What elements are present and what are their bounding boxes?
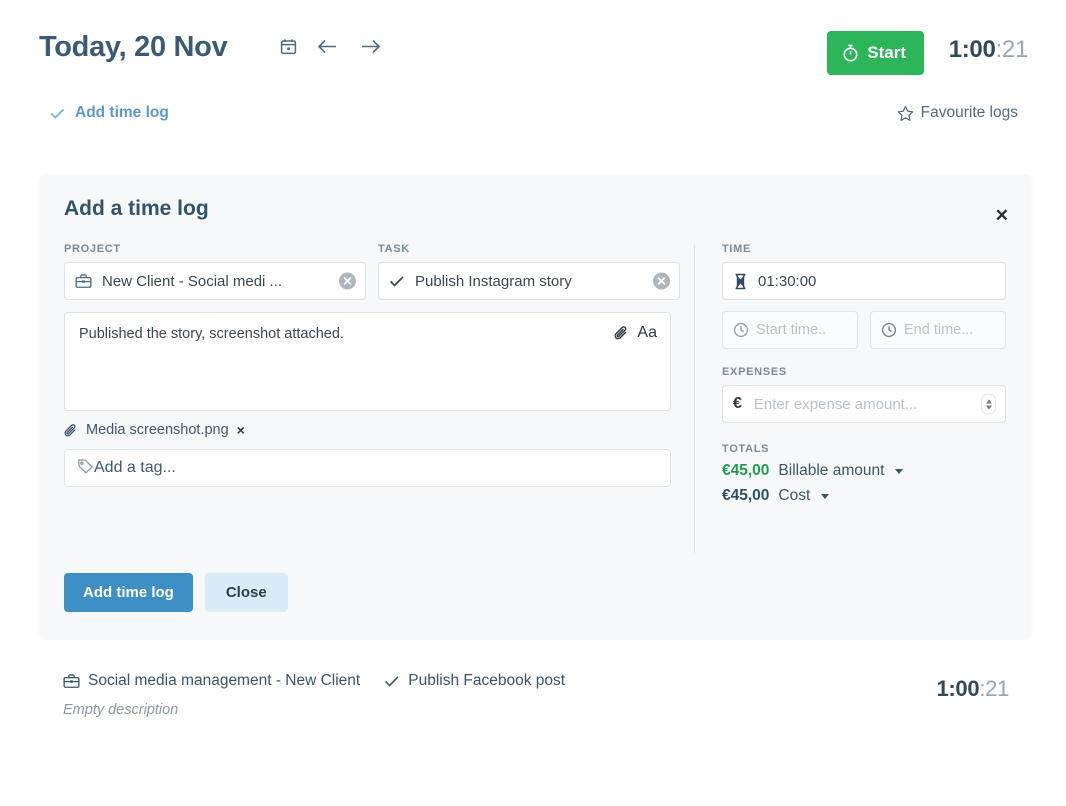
date-navigation — [280, 38, 381, 55]
number-stepper-icon[interactable] — [981, 394, 996, 415]
modal-title: Add a time log — [64, 197, 209, 221]
check-icon — [50, 107, 65, 120]
briefcase-icon — [63, 673, 80, 689]
entry-timer-main: 1:00 — [936, 676, 979, 701]
total-row-billable: €45,00 Billable amount — [722, 462, 1006, 480]
end-time-input[interactable]: End time... — [870, 311, 1006, 349]
cost-label: Cost — [778, 487, 810, 505]
entry-timer: 1:00:21 — [936, 676, 1009, 702]
start-time-placeholder: Start time.. — [756, 322, 826, 338]
check-icon — [384, 675, 400, 688]
cost-value: €45,00 — [722, 487, 769, 505]
chevron-down-icon[interactable] — [895, 469, 903, 474]
description-value: Published the story, screenshot attached… — [79, 326, 656, 342]
stopwatch-icon — [842, 44, 859, 62]
close-button[interactable]: Close — [205, 573, 288, 612]
entry-description: Empty description — [63, 702, 178, 718]
expense-placeholder: Enter expense amount... — [754, 396, 917, 413]
attachment-name[interactable]: Media screenshot.png — [86, 422, 229, 438]
header-timer-main: 1:00 — [949, 36, 996, 63]
add-time-log-link[interactable]: Add time log — [50, 104, 169, 122]
expense-input[interactable]: € Enter expense amount... — [722, 385, 1006, 423]
billable-amount-label: Billable amount — [778, 462, 884, 480]
favourite-logs-label: Favourite logs — [921, 104, 1018, 122]
project-label: PROJECT — [64, 243, 366, 255]
clock-icon — [881, 322, 897, 338]
task-input[interactable]: Publish Instagram story — [378, 262, 680, 300]
start-button-label: Start — [867, 43, 906, 63]
column-divider — [694, 245, 695, 553]
add-time-log-button[interactable]: Add time log — [64, 573, 193, 612]
briefcase-icon — [75, 273, 92, 289]
duration-input[interactable]: 01:30:00 — [722, 262, 1006, 300]
start-end-time-row: Start time.. End time... — [722, 311, 1006, 349]
modal-actions: Add time log Close — [64, 573, 288, 612]
task-label: TASK — [378, 243, 680, 255]
text-format-label[interactable]: Aa — [637, 324, 657, 342]
description-tools: Aa — [614, 324, 657, 342]
add-time-log-modal: Add a time log ✕ PROJECT — [40, 175, 1031, 638]
task-value: Publish Instagram story — [415, 273, 572, 290]
tag-input[interactable]: Add a tag... — [64, 449, 671, 487]
total-row-cost: €45,00 Cost — [722, 487, 1006, 505]
start-timer-button[interactable]: Start — [827, 31, 924, 75]
description-textarea[interactable]: Published the story, screenshot attached… — [64, 312, 671, 411]
time-label: TIME — [722, 243, 1006, 255]
entry-timer-seconds: :21 — [979, 676, 1009, 701]
entry-task-name[interactable]: Publish Facebook post — [408, 672, 565, 690]
billable-amount-value: €45,00 — [722, 462, 769, 480]
start-time-input[interactable]: Start time.. — [722, 311, 858, 349]
close-icon[interactable]: ✕ — [995, 207, 1009, 224]
sub-toolbar: Add time log Favourite logs — [0, 104, 1066, 152]
tag-placeholder: Add a tag... — [94, 459, 176, 477]
time-tracking-page: Today, 20 Nov — [0, 0, 1066, 806]
favourite-logs-link[interactable]: Favourite logs — [897, 104, 1018, 122]
header-timer-seconds: :21 — [996, 36, 1028, 63]
header-timer: 1:00:21 — [949, 36, 1028, 64]
calendar-icon[interactable] — [280, 38, 297, 55]
remove-attachment-button[interactable]: × — [237, 422, 245, 438]
expenses-label: EXPENSES — [722, 366, 1006, 378]
clock-icon — [733, 322, 749, 338]
totals-label: TOTALS — [722, 443, 1006, 455]
check-icon — [389, 275, 405, 288]
tag-icon — [77, 458, 94, 479]
attachment-row: Media screenshot.png × — [64, 422, 694, 438]
page-header: Today, 20 Nov — [0, 0, 1066, 100]
end-time-placeholder: End time... — [904, 322, 973, 338]
hourglass-icon — [733, 273, 748, 290]
project-input[interactable]: New Client - Social medi ... — [64, 262, 366, 300]
add-time-log-label: Add time log — [75, 104, 169, 122]
page-title: Today, 20 Nov — [39, 31, 227, 64]
chevron-down-icon[interactable] — [821, 494, 829, 499]
modal-left-column: PROJECT New Client - Social medi ... — [64, 243, 694, 487]
task-field-group: TASK Publish Instagram story — [378, 243, 680, 300]
arrow-right-icon[interactable] — [359, 38, 381, 55]
entry-project-name[interactable]: Social media management - New Client — [88, 672, 360, 690]
paperclip-icon[interactable] — [614, 325, 629, 341]
star-outline-icon — [897, 105, 914, 122]
project-field-group: PROJECT New Client - Social medi ... — [64, 243, 366, 300]
clear-circle-icon[interactable] — [653, 273, 670, 290]
project-value: New Client - Social medi ... — [102, 273, 282, 290]
paperclip-icon — [64, 423, 78, 438]
clear-circle-icon[interactable] — [339, 273, 356, 290]
entry-header-row: Social media management - New Client Pub… — [63, 672, 565, 690]
arrow-left-icon[interactable] — [317, 38, 339, 55]
currency-symbol: € — [733, 395, 742, 413]
project-task-row: PROJECT New Client - Social medi ... — [64, 243, 694, 300]
modal-right-column: TIME 01:30:00 — [722, 243, 1006, 505]
duration-value: 01:30:00 — [758, 273, 816, 290]
